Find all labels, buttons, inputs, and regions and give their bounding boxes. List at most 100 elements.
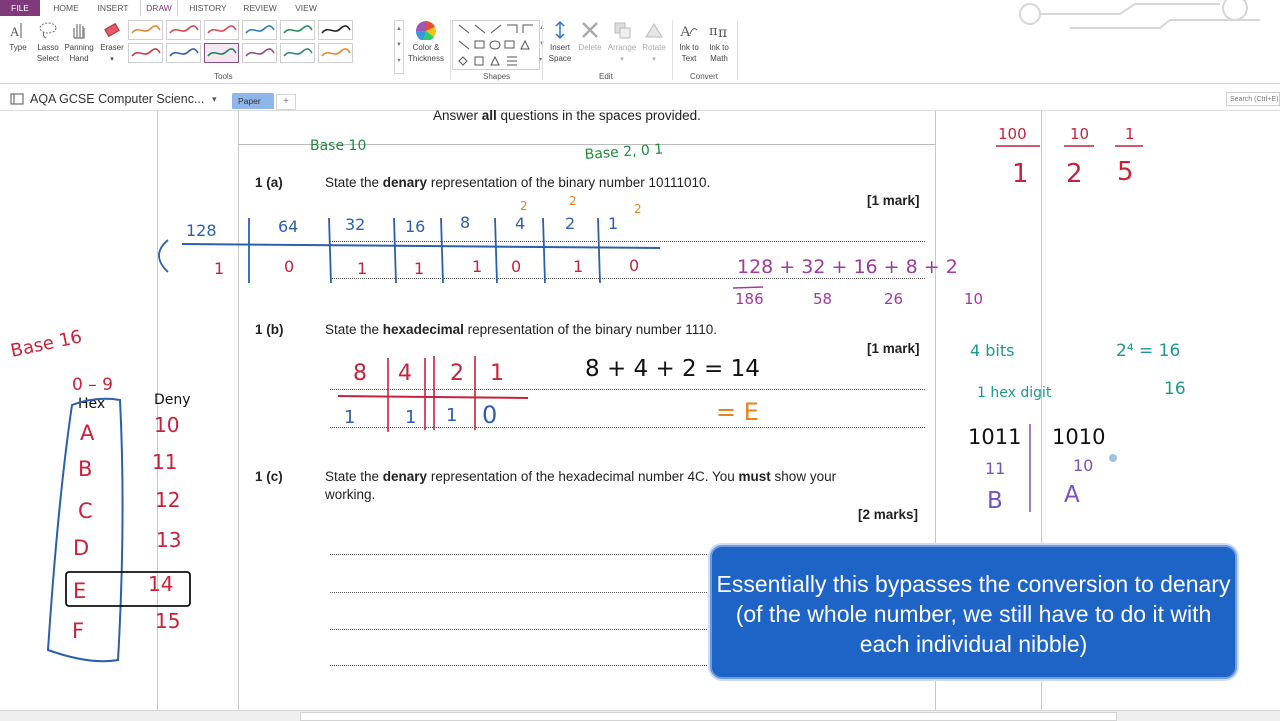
q1b-post: representation of the binary number 1110… [463, 322, 718, 337]
rotate-button[interactable]: Rotate ▾ [640, 20, 668, 65]
pen-swatch[interactable] [128, 43, 163, 63]
arrange-button[interactable]: Arrange ▾ [605, 20, 639, 65]
arrange-icon [614, 22, 631, 39]
pen-swatch[interactable] [166, 43, 201, 63]
shapes-group-label: Shapes [483, 72, 511, 81]
tab-file[interactable]: FILE [0, 0, 40, 16]
separator [542, 20, 543, 80]
separator [737, 20, 738, 80]
delete-x-icon [582, 22, 598, 38]
separator [672, 20, 673, 80]
add-section-button[interactable]: + [276, 94, 296, 110]
page-margin-line [157, 111, 158, 710]
eraser-icon [104, 22, 120, 38]
svg-text:A: A [10, 24, 20, 39]
q1a-pre: State the [325, 175, 383, 190]
delete-label: Delete [578, 43, 602, 52]
pen-swatch[interactable] [166, 20, 201, 40]
panning-hand-button[interactable]: Panning Hand [62, 20, 96, 64]
eraser-button[interactable]: Eraser ▾ [98, 20, 126, 65]
color-wheel-icon [415, 20, 436, 40]
q1a-post: representation of the binary number 1011… [427, 175, 711, 190]
q1c-bold: denary [382, 469, 428, 484]
instructions-text: Answer all questions in the spaces provi… [433, 108, 701, 123]
type-label: Type [9, 43, 27, 52]
eraser-dropdown-icon[interactable]: ▾ [110, 56, 114, 63]
draw-ribbon: A Type Lasso Select Panning Hand Eraser … [0, 0, 1280, 84]
lasso-select-button[interactable]: Lasso Select [34, 20, 62, 64]
svg-text:π: π [709, 24, 718, 39]
pen-swatch[interactable] [280, 43, 315, 63]
paper-left-border [238, 111, 239, 710]
pen-swatch[interactable] [204, 20, 239, 40]
question-1b-text: State the hexadecimal representation of … [325, 322, 717, 337]
pen-stroke-icon [245, 48, 275, 57]
question-1a-text: State the denary representation of the b… [325, 175, 710, 190]
pen-swatch[interactable] [128, 20, 163, 40]
tools-group-label: Tools [214, 72, 233, 81]
ink-to-text-icon: A [680, 24, 698, 40]
pen-swatch[interactable] [204, 43, 239, 63]
delete-button[interactable]: Delete [576, 20, 604, 53]
question-1c-text: State the denary representation of the h… [325, 469, 836, 484]
type-button[interactable]: A Type [4, 20, 32, 53]
question-1b-number: 1 (b) [255, 322, 284, 337]
tab-insert[interactable]: INSERT [92, 0, 134, 16]
rotate-dropdown-icon[interactable]: ▾ [652, 56, 656, 63]
q1c-post: show your [770, 469, 837, 484]
answer-line [330, 241, 925, 242]
pen-swatch[interactable] [280, 20, 315, 40]
pen-stroke-icon [169, 25, 199, 34]
pen-gallery-scroll[interactable]: ▲ ▼ ▾ [394, 20, 404, 74]
ink-text-label-1: Ink to [679, 43, 699, 52]
ink-math-label-1: Ink to [709, 43, 729, 52]
eraser-label: Eraser [100, 43, 124, 52]
q1c-pre: State the [325, 469, 383, 484]
question-1c-text-line2: working. [325, 487, 376, 502]
section-tab-paper[interactable]: Paper [232, 93, 274, 109]
svg-text:π: π [718, 25, 727, 40]
convert-group-label: Convert [690, 72, 719, 81]
tab-history[interactable]: HISTORY [184, 0, 232, 16]
pen-stroke-icon [131, 48, 161, 57]
question-1b-marks: [1 mark] [867, 341, 920, 356]
lasso-label-2: Select [36, 54, 60, 63]
circuit-decoration-icon [1019, 0, 1260, 29]
insert-space-button[interactable]: Insert Space [545, 20, 575, 64]
notebook-title[interactable]: AQA GCSE Computer Scienc... [30, 92, 204, 106]
pen-stroke-icon [321, 25, 351, 34]
lasso-icon [39, 22, 57, 39]
separator [450, 20, 451, 80]
arrange-dropdown-icon[interactable]: ▾ [620, 56, 624, 63]
video-caption: Essentially this bypasses the conversion… [710, 545, 1237, 679]
search-input[interactable]: Search (Ctrl+E) [1226, 92, 1280, 106]
svg-text:A: A [680, 24, 691, 40]
ink-to-text-button[interactable]: A Ink to Text [675, 20, 703, 64]
tab-home[interactable]: HOME [46, 0, 86, 16]
pen-stroke-icon [283, 25, 313, 34]
pen-stroke-icon [207, 48, 237, 57]
ink-to-math-button[interactable]: ππ Ink to Math [705, 20, 733, 64]
pen-stroke-icon [207, 25, 237, 34]
pen-swatch[interactable] [242, 20, 277, 40]
color-thickness-button[interactable]: Color & Thickness [404, 20, 448, 64]
pen-swatch[interactable] [318, 20, 353, 40]
question-1a-marks: [1 mark] [867, 193, 920, 208]
q1c-mid: representation of the hexadecimal number… [427, 469, 739, 484]
type-cursor-icon: A [10, 23, 22, 39]
insert-label-2: Space [548, 54, 572, 63]
insert-label-1: Insert [549, 43, 570, 52]
pen-stroke-icon [131, 25, 161, 34]
pen-swatch[interactable] [242, 43, 277, 63]
pen-stroke-icon [283, 48, 313, 57]
answer-line [330, 389, 925, 390]
pen-swatch[interactable] [318, 43, 353, 63]
notebook-dropdown-icon[interactable]: ▾ [212, 94, 217, 105]
tab-view[interactable]: VIEW [288, 0, 324, 16]
shapes-gallery[interactable] [452, 20, 540, 70]
q1b-bold: hexadecimal [382, 322, 464, 337]
lasso-label-1: Lasso [37, 43, 59, 52]
tab-review[interactable]: REVIEW [238, 0, 282, 16]
q1a-bold: denary [382, 175, 428, 190]
question-1c-marks: [2 marks] [858, 507, 919, 522]
